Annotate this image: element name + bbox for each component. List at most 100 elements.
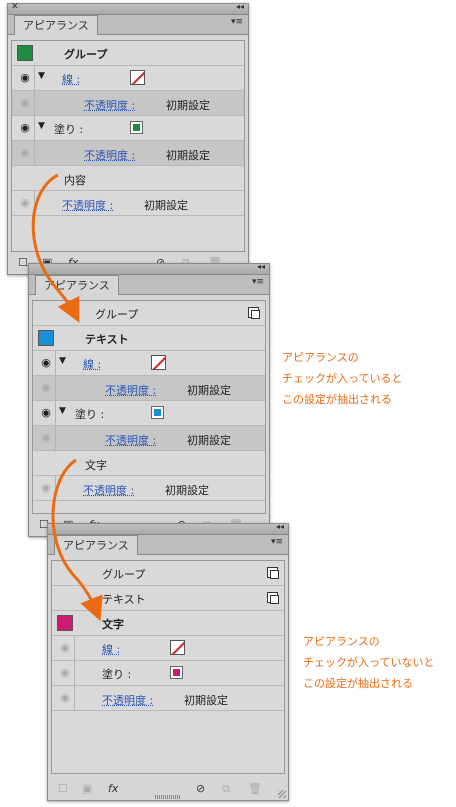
add-fill-icon[interactable]: ▣: [82, 782, 92, 795]
note-line: チェックが入っていないと: [303, 656, 435, 669]
stroke-none-swatch-icon[interactable]: [170, 640, 185, 655]
divider: [55, 476, 56, 500]
contents-row[interactable]: 内容: [12, 166, 244, 191]
expand-triangle-icon[interactable]: ▼: [38, 71, 45, 81]
eye-icon[interactable]: ◉: [39, 432, 53, 444]
eye-icon[interactable]: ◉: [58, 667, 72, 679]
eye-icon[interactable]: ◉: [18, 97, 32, 109]
divider: [55, 401, 56, 425]
opacity-row[interactable]: ◉ 不透明度 : 初期設定: [12, 141, 244, 166]
opacity-label[interactable]: 不透明度 :: [84, 147, 135, 163]
opacity-label[interactable]: 不透明度 :: [83, 482, 134, 498]
appearance-panel-3: ◂◂ アピアランス ▾≡ グループ テキスト 文字 ◉ 線 : ◉ 塗り : ◉…: [47, 522, 289, 801]
trash-icon[interactable]: 🗑: [248, 782, 262, 795]
header-row[interactable]: グループ: [12, 41, 244, 66]
text-label: テキスト: [102, 593, 146, 606]
add-stroke-icon[interactable]: ☐: [58, 782, 68, 795]
eye-icon[interactable]: ◉: [39, 482, 53, 494]
appearance-list: グループ テキスト ◉ ▼ 線 : ◉ 不透明度 : 初期設定 ◉ ▼ 塗り :: [32, 300, 266, 514]
divider: [34, 66, 35, 90]
opacity-row[interactable]: ◉ 不透明度 : 初期設定: [33, 426, 265, 451]
eye-icon[interactable]: ◉: [39, 407, 53, 419]
fill-row[interactable]: ◉ ▼ 塗り :: [33, 401, 265, 426]
eye-icon[interactable]: ◉: [58, 642, 72, 654]
collapse-icon[interactable]: ◂◂: [257, 262, 265, 271]
character-swatch-icon: [57, 615, 73, 631]
tab-appearance[interactable]: アピアランス: [14, 15, 98, 35]
header-row[interactable]: テキスト: [33, 326, 265, 351]
fx-button[interactable]: fx: [108, 782, 118, 795]
eye-icon[interactable]: ◉: [18, 147, 32, 159]
opacity-row[interactable]: ◉ 不透明度 : 初期設定: [52, 686, 284, 711]
fill-label[interactable]: 塗り :: [75, 406, 104, 422]
opacity-row[interactable]: ◉ 不透明度 : 初期設定: [33, 376, 265, 401]
divider: [74, 686, 75, 710]
eye-icon[interactable]: ◉: [39, 357, 53, 369]
parent-row-group[interactable]: グループ: [52, 561, 284, 586]
opacity-label[interactable]: 不透明度 :: [105, 432, 156, 448]
expand-triangle-icon[interactable]: ▼: [59, 356, 66, 366]
appearance-panel-1: ✕ ◂◂ アピアランス ▾≡ グループ ◉ ▼ 線 : ◉ 不透明度 : 初期設…: [7, 2, 249, 275]
duplicate-item-icon[interactable]: ⧉: [222, 782, 230, 796]
opacity-row[interactable]: ◉ 不透明度 : 初期設定: [12, 91, 244, 116]
resize-handle[interactable]: [278, 790, 286, 798]
stroke-row[interactable]: ◉ 線 :: [52, 636, 284, 661]
contents-label: 内容: [64, 174, 86, 187]
eye-icon[interactable]: ◉: [18, 197, 32, 209]
tab-appearance[interactable]: アピアランス: [54, 535, 138, 555]
opacity-row[interactable]: ◉ 不透明度 : 初期設定: [33, 476, 265, 501]
panel-menu-icon[interactable]: ▾≡: [231, 17, 243, 27]
fill-label[interactable]: 塗り :: [102, 666, 131, 682]
close-icon[interactable]: ✕: [11, 2, 19, 12]
panel-menu-icon[interactable]: ▾≡: [271, 537, 283, 547]
stroke-row[interactable]: ◉ ▼ 線 :: [12, 66, 244, 91]
characters-row[interactable]: 文字: [33, 451, 265, 476]
expand-triangle-icon[interactable]: ▼: [59, 406, 66, 416]
collapse-icon[interactable]: ◂◂: [236, 2, 244, 11]
stroke-label[interactable]: 線 :: [83, 356, 101, 372]
grip-handle[interactable]: [155, 795, 181, 799]
note-unchecked: アピアランスの チェックが入っていないと この設定が抽出される: [303, 631, 434, 694]
stack-icon: [267, 567, 279, 579]
opacity-label[interactable]: 不透明度 :: [102, 692, 153, 708]
parent-row-text[interactable]: テキスト: [52, 586, 284, 611]
add-stroke-icon[interactable]: ☐: [18, 256, 28, 269]
opacity-label[interactable]: 不透明度 :: [84, 97, 135, 113]
clear-appearance-icon[interactable]: ⊘: [196, 782, 205, 795]
tab-appearance[interactable]: アピアランス: [35, 275, 119, 295]
eye-icon[interactable]: ◉: [39, 382, 53, 394]
stroke-label[interactable]: 線 :: [102, 641, 120, 657]
note-line: この設定が抽出される: [303, 677, 413, 690]
expand-triangle-icon[interactable]: ▼: [38, 121, 45, 131]
opacity-row[interactable]: ◉ 不透明度 : 初期設定: [12, 191, 244, 216]
fill-label[interactable]: 塗り :: [54, 121, 83, 137]
fill-swatch-icon[interactable]: [151, 406, 164, 419]
fill-swatch-icon[interactable]: [130, 121, 143, 134]
note-line: この設定が抽出される: [282, 393, 392, 406]
stack-icon: [267, 592, 279, 604]
parent-row-group[interactable]: グループ: [33, 301, 265, 326]
eye-icon[interactable]: ◉: [18, 122, 32, 134]
opacity-value: 初期設定: [166, 99, 210, 112]
divider: [55, 376, 56, 400]
opacity-label[interactable]: 不透明度 :: [62, 197, 113, 213]
collapse-icon[interactable]: ◂◂: [276, 522, 284, 531]
stroke-row[interactable]: ◉ ▼ 線 :: [33, 351, 265, 376]
appearance-panel-2: ◂◂ アピアランス ▾≡ グループ テキスト ◉ ▼ 線 : ◉ 不透明度 : …: [28, 262, 270, 537]
opacity-value: 初期設定: [187, 434, 231, 447]
stroke-none-swatch-icon[interactable]: [130, 70, 145, 85]
opacity-value: 初期設定: [184, 694, 228, 707]
fill-row[interactable]: ◉ ▼ 塗り :: [12, 116, 244, 141]
opacity-label[interactable]: 不透明度 :: [105, 382, 156, 398]
eye-icon[interactable]: ◉: [18, 72, 32, 84]
opacity-value: 初期設定: [165, 484, 209, 497]
header-label: テキスト: [85, 333, 129, 346]
eye-icon[interactable]: ◉: [58, 692, 72, 704]
panel-menu-icon[interactable]: ▾≡: [252, 277, 264, 287]
stroke-none-swatch-icon[interactable]: [151, 355, 166, 370]
stroke-label[interactable]: 線 :: [62, 71, 80, 87]
fill-swatch-icon[interactable]: [170, 666, 183, 679]
header-row[interactable]: 文字: [52, 611, 284, 636]
text-swatch-icon: [38, 330, 54, 346]
fill-row[interactable]: ◉ 塗り :: [52, 661, 284, 686]
